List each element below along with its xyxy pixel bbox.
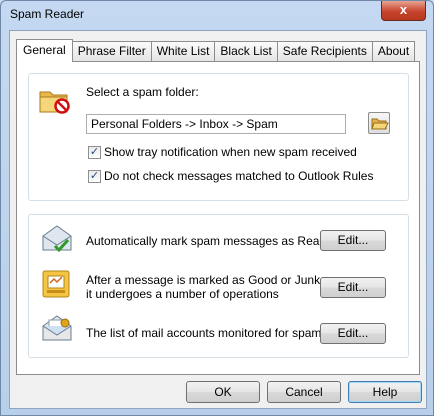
edit-mail-accounts-button[interactable]: Edit... xyxy=(320,323,386,344)
actions-group: Automatically mark spam messages as Read… xyxy=(28,214,409,358)
tab-safe-recipients[interactable]: Safe Recipients xyxy=(276,41,373,61)
open-folder-icon xyxy=(371,118,389,130)
close-button[interactable]: x xyxy=(381,1,426,21)
no-check-rules-label: Do not check messages matched to Outlook… xyxy=(104,169,374,183)
operations-icon xyxy=(42,270,70,298)
browse-folder-button[interactable] xyxy=(368,112,390,134)
select-folder-label: Select a spam folder: xyxy=(86,85,199,99)
dialog-window: Spam Reader x General Phrase Filter Whit… xyxy=(0,0,434,416)
spam-folder-group: Select a spam folder: Personal Folders -… xyxy=(28,73,409,201)
tab-white-list[interactable]: White List xyxy=(150,41,216,61)
help-button[interactable]: Help xyxy=(348,381,422,403)
mail-accounts-text: The list of mail accounts monitored for … xyxy=(86,326,322,340)
mail-accounts-icon xyxy=(42,315,72,341)
no-check-rules-checkbox[interactable]: ✓ xyxy=(88,170,101,183)
tab-panel-general: Select a spam folder: Personal Folders -… xyxy=(16,61,420,375)
spam-folder-icon xyxy=(39,91,70,114)
window-title: Spam Reader xyxy=(10,7,85,21)
edit-operations-button[interactable]: Edit... xyxy=(320,277,386,298)
tab-black-list[interactable]: Black List xyxy=(214,41,278,61)
ok-button[interactable]: OK xyxy=(186,381,260,403)
tab-strip: General Phrase Filter White List Black L… xyxy=(16,39,416,62)
auto-mark-read-text: Automatically mark spam messages as Read xyxy=(86,234,327,248)
show-tray-label: Show tray notification when new spam rec… xyxy=(104,145,357,159)
cancel-button[interactable]: Cancel xyxy=(267,381,341,403)
spam-folder-path-field[interactable]: Personal Folders -> Inbox -> Spam xyxy=(86,114,346,134)
show-tray-checkbox[interactable]: ✓ xyxy=(88,146,101,159)
tab-about[interactable]: About xyxy=(371,41,416,61)
tab-general[interactable]: General xyxy=(16,39,73,62)
tab-phrase-filter[interactable]: Phrase Filter xyxy=(71,41,152,61)
edit-auto-mark-read-button[interactable]: Edit... xyxy=(320,230,386,251)
after-marked-text-line2: it undergoes a number of operations xyxy=(86,287,279,301)
after-marked-text-line1: After a message is marked as Good or Jun… xyxy=(86,273,321,287)
mark-read-envelope-icon xyxy=(42,225,72,253)
dialog-client-area: General Phrase Filter White List Black L… xyxy=(9,30,427,409)
